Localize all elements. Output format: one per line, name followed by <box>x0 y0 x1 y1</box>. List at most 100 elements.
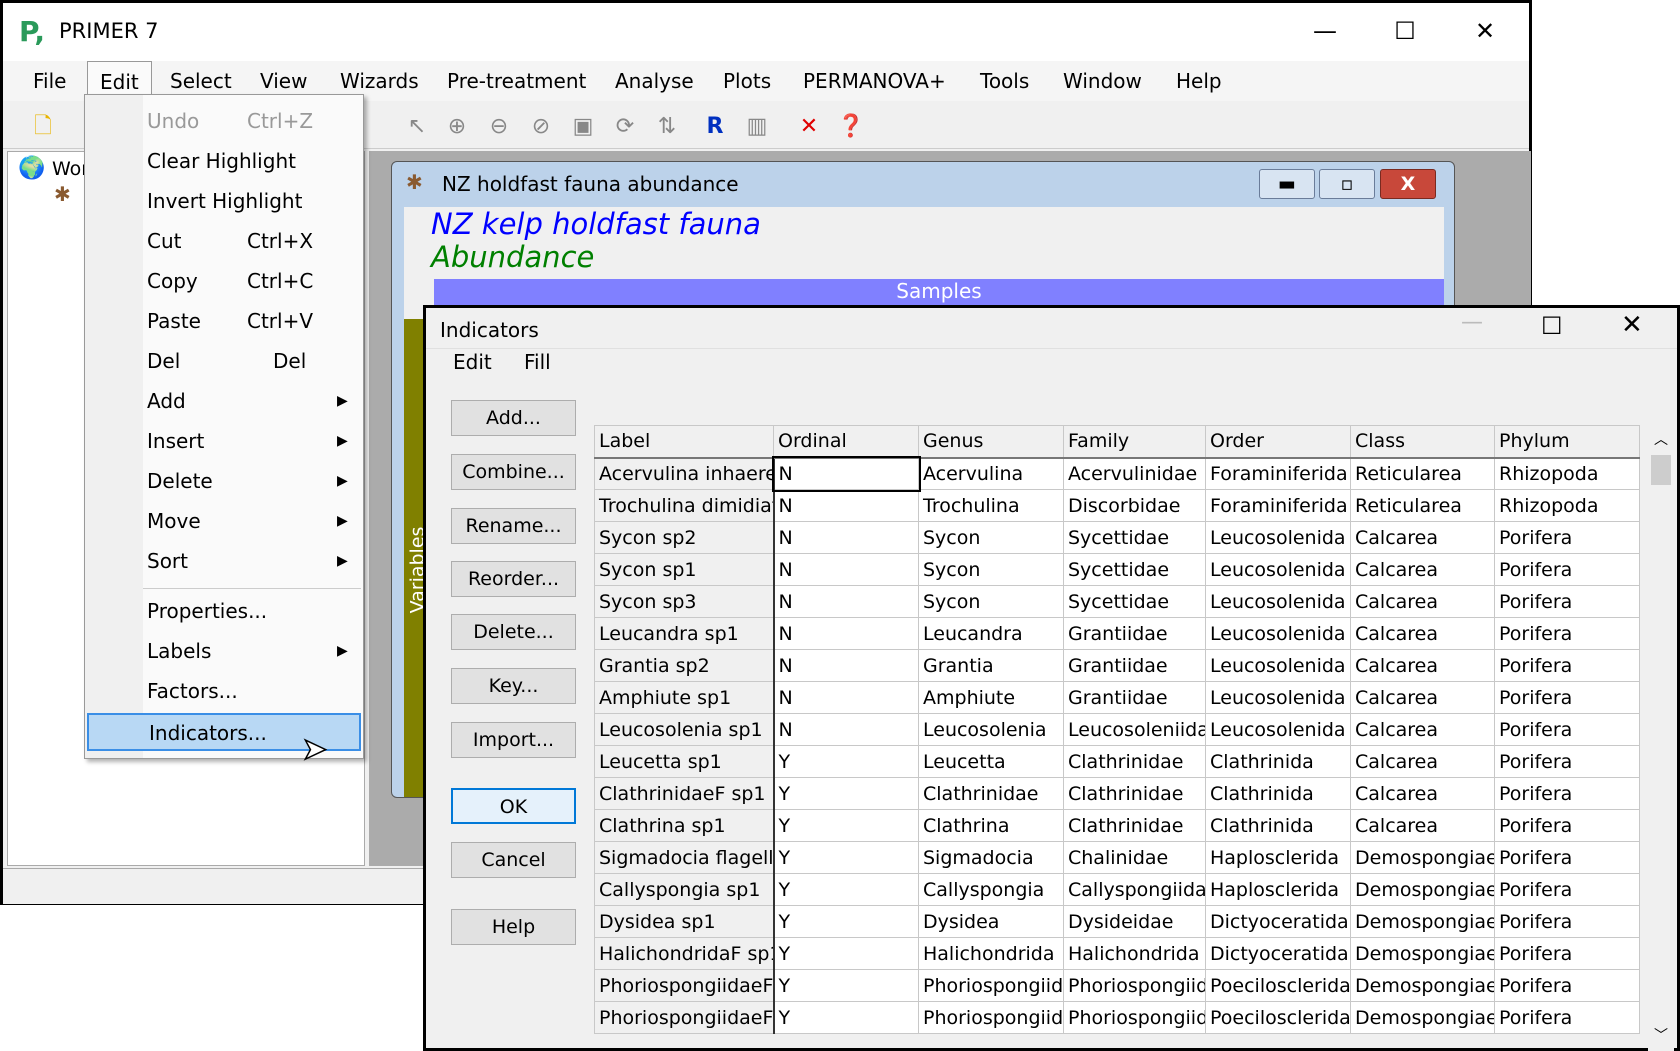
cell-order[interactable]: Leucosolenida <box>1205 553 1351 586</box>
cell-ordinal[interactable]: N <box>773 649 919 682</box>
child-close-button[interactable]: X <box>1380 169 1436 199</box>
cell-class[interactable]: Calcarea <box>1350 777 1495 810</box>
cell-phylum[interactable]: Porifera <box>1494 1001 1640 1034</box>
pointer-icon[interactable]: ↖ <box>403 113 431 141</box>
cell-class[interactable]: Demospongiae <box>1350 873 1495 906</box>
edit-menu-item-copy[interactable]: Copy Ctrl+C <box>87 263 361 301</box>
cell-order[interactable]: Dictyoceratida <box>1205 905 1351 938</box>
key-button[interactable]: Key... <box>451 668 576 704</box>
menu-select[interactable]: Select <box>170 69 232 93</box>
cell-order[interactable]: Foraminiferida <box>1205 489 1351 522</box>
menu-analyse[interactable]: Analyse <box>615 69 694 93</box>
column-header-phylum[interactable]: Phylum <box>1494 425 1640 459</box>
edit-menu-item-undo[interactable]: Undo Ctrl+Z <box>87 103 361 141</box>
help-button[interactable]: Help <box>451 909 576 945</box>
row-label[interactable]: Leucandra sp1 <box>594 617 775 650</box>
cell-phylum[interactable]: Porifera <box>1494 649 1640 682</box>
cell-genus[interactable]: Clathrina <box>918 809 1064 842</box>
cell-class[interactable]: Calcarea <box>1350 553 1495 586</box>
edit-menu-item-cut[interactable]: Cut Ctrl+X <box>87 223 361 261</box>
import-button[interactable]: Import... <box>451 722 576 758</box>
cell-phylum[interactable]: Porifera <box>1494 521 1640 554</box>
cell-phylum[interactable]: Porifera <box>1494 617 1640 650</box>
delete-button[interactable]: Delete... <box>451 614 576 650</box>
row-label[interactable]: Dysidea sp1 <box>594 905 775 938</box>
cell-order[interactable]: Leucosolenida <box>1205 681 1351 714</box>
menu-plots[interactable]: Plots <box>723 69 771 93</box>
cell-family[interactable]: Halichondrida <box>1063 937 1206 970</box>
column-header-ordinal[interactable]: Ordinal <box>773 425 919 459</box>
cell-phylum[interactable]: Porifera <box>1494 873 1640 906</box>
cell-class[interactable]: Calcarea <box>1350 713 1495 746</box>
cell-family[interactable]: Callyspongiidae <box>1063 873 1206 906</box>
fit-icon[interactable]: ▣ <box>569 113 597 141</box>
cell-family[interactable]: Discorbidae <box>1063 489 1206 522</box>
maximize-button[interactable]: ☐ <box>1375 11 1435 51</box>
cell-genus[interactable]: Phoriospongiidae <box>918 1001 1064 1034</box>
cell-ordinal[interactable]: N <box>773 617 919 650</box>
cell-genus[interactable]: Halichondrida <box>918 937 1064 970</box>
cell-phylum[interactable]: Rhizopoda <box>1494 489 1640 522</box>
row-label[interactable]: HalichondridaF sp1 <box>594 937 775 970</box>
scroll-up-arrow-icon[interactable]: ︿ <box>1654 429 1668 449</box>
cell-order[interactable]: Leucosolenida <box>1205 649 1351 682</box>
cell-ordinal[interactable]: Y <box>773 905 919 938</box>
delete-icon[interactable]: ✕ <box>795 113 823 141</box>
cell-ordinal[interactable]: Y <box>773 745 919 778</box>
cell-order[interactable]: Clathrinida <box>1205 809 1351 842</box>
help-icon[interactable]: ❓ <box>837 113 865 141</box>
cell-genus[interactable]: Callyspongia <box>918 873 1064 906</box>
row-label[interactable]: Leucosolenia sp1 <box>594 713 775 746</box>
dialog-close-button[interactable]: ✕ <box>1621 310 1643 340</box>
cell-class[interactable]: Calcarea <box>1350 521 1495 554</box>
menu-pretreatment[interactable]: Pre-treatment <box>447 69 586 93</box>
row-label[interactable]: Amphiute sp1 <box>594 681 775 714</box>
cell-family[interactable]: Phoriospongiidae <box>1063 1001 1206 1034</box>
bug-icon[interactable]: ✱ <box>54 182 71 206</box>
column-header-order[interactable]: Order <box>1205 425 1351 459</box>
cell-class[interactable]: Calcarea <box>1350 809 1495 842</box>
row-label[interactable]: PhoriospongiidaeF1 <box>594 969 775 1002</box>
cell-phylum[interactable]: Porifera <box>1494 937 1640 970</box>
edit-menu-item-move[interactable]: Move ▶ <box>87 503 361 541</box>
cell-order[interactable]: Clathrinida <box>1205 777 1351 810</box>
cell-phylum[interactable]: Porifera <box>1494 969 1640 1002</box>
row-label[interactable]: Sycon sp1 <box>594 553 775 586</box>
cell-family[interactable]: Acervulinidae <box>1063 457 1206 490</box>
cell-ordinal[interactable]: N <box>773 713 919 746</box>
cell-class[interactable]: Demospongiae <box>1350 841 1495 874</box>
cell-genus[interactable]: Dysidea <box>918 905 1064 938</box>
cell-family[interactable]: Sycettidae <box>1063 585 1206 618</box>
cell-genus[interactable]: Clathrinidae <box>918 777 1064 810</box>
cell-family[interactable]: Dysideidae <box>1063 905 1206 938</box>
menu-help[interactable]: Help <box>1176 69 1222 93</box>
cell-ordinal[interactable]: Y <box>773 1001 919 1034</box>
cell-class[interactable]: Calcarea <box>1350 745 1495 778</box>
row-label[interactable]: Leucetta sp1 <box>594 745 775 778</box>
cell-ordinal[interactable]: N <box>773 489 919 522</box>
edit-menu-item-del[interactable]: Del Del <box>87 343 361 381</box>
child-restore-button[interactable]: ▫ <box>1319 169 1375 199</box>
new-file-icon[interactable]: 🗋 <box>29 113 57 141</box>
edit-menu-item-sort[interactable]: Sort ▶ <box>87 543 361 581</box>
reorder-button[interactable]: Reorder... <box>451 561 576 597</box>
cell-ordinal[interactable]: N <box>773 553 919 586</box>
cell-genus[interactable]: Acervulina <box>918 457 1064 490</box>
cell-order[interactable]: Poecilosclerida <box>1205 969 1351 1002</box>
column-header-family[interactable]: Family <box>1063 425 1206 459</box>
cell-order[interactable]: Poecilosclerida <box>1205 1001 1351 1034</box>
row-label[interactable]: Clathrina sp1 <box>594 809 775 842</box>
cell-genus[interactable]: Sycon <box>918 553 1064 586</box>
cell-genus[interactable]: Leucosolenia <box>918 713 1064 746</box>
cell-ordinal[interactable]: N <box>773 681 919 714</box>
cell-order[interactable]: Clathrinida <box>1205 745 1351 778</box>
cell-class[interactable]: Demospongiae <box>1350 1001 1495 1034</box>
edit-menu-item-inverthighlight[interactable]: Invert Highlight <box>87 183 361 221</box>
r-matrix-icon[interactable]: R <box>701 113 729 141</box>
dialog-menu-fill[interactable]: Fill <box>524 350 551 374</box>
cell-phylum[interactable]: Porifera <box>1494 841 1640 874</box>
cell-ordinal[interactable]: Y <box>773 777 919 810</box>
cell-class[interactable]: Calcarea <box>1350 649 1495 682</box>
cell-order[interactable]: Leucosolenida <box>1205 585 1351 618</box>
rotate-icon[interactable]: ⟳ <box>611 113 639 141</box>
